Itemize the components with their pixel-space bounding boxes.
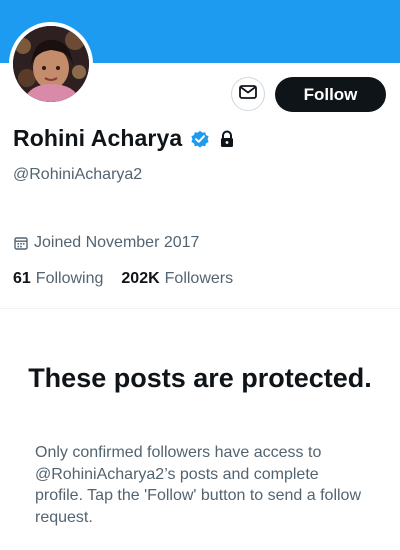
- calendar-icon: [14, 236, 28, 250]
- verified-badge-icon[interactable]: [190, 129, 210, 149]
- followers-link[interactable]: 202K Followers: [121, 270, 233, 288]
- followers-count: 202K: [121, 270, 160, 287]
- avatar-ring: [9, 22, 93, 106]
- protected-message: Only confirmed followers have access to …: [35, 444, 362, 526]
- lock-icon: [219, 130, 235, 148]
- avatar[interactable]: [13, 26, 89, 102]
- joined-text: Joined November 2017: [34, 234, 200, 251]
- name-row: Rohini Acharya: [13, 125, 235, 152]
- protected-title: These posts are protected.: [28, 363, 372, 393]
- followers-label: Followers: [164, 270, 234, 287]
- mail-icon: [239, 84, 257, 104]
- follow-button[interactable]: Follow: [275, 77, 386, 112]
- display-name: Rohini Acharya: [13, 125, 183, 151]
- following-count: 61: [13, 270, 31, 287]
- section-divider: [0, 308, 400, 309]
- following-label: Following: [35, 270, 104, 287]
- following-link[interactable]: 61 Following: [13, 270, 103, 288]
- joined-date: Joined November 2017: [14, 234, 199, 252]
- follow-stats: 61 Following 202K Followers: [13, 270, 233, 288]
- profile-handle: @RohiniAcharya2: [13, 166, 143, 183]
- message-button[interactable]: [231, 77, 265, 111]
